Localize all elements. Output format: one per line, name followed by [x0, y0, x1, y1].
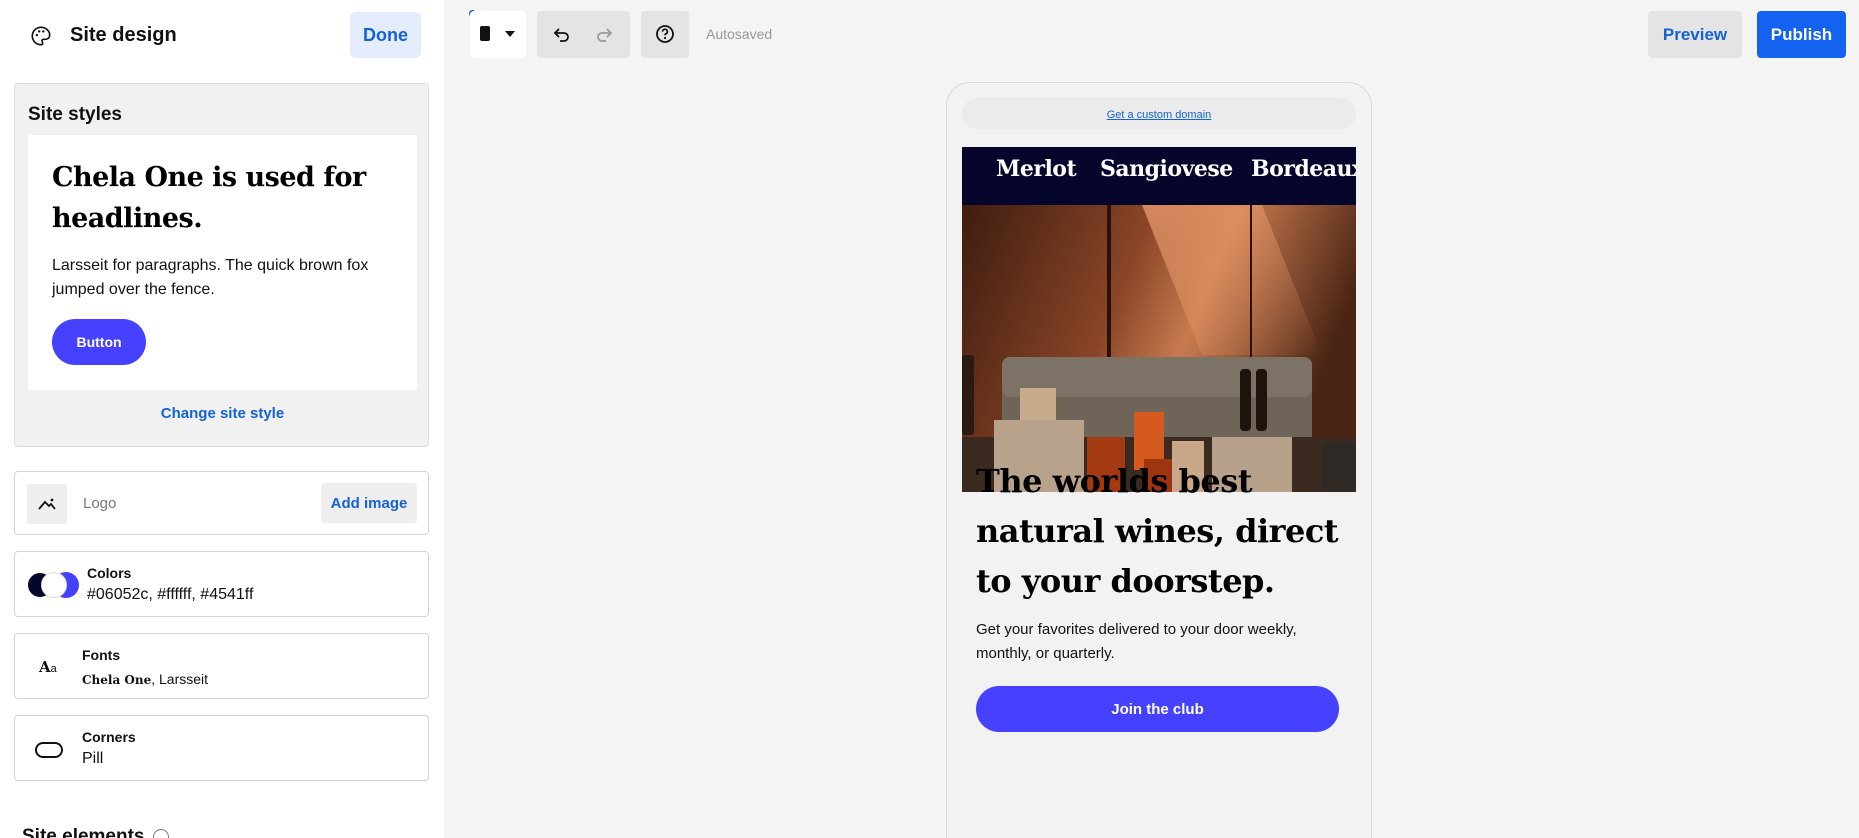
undo-icon[interactable] [551, 25, 571, 45]
help-button[interactable] [641, 11, 689, 58]
custom-domain-link[interactable]: Get a custom domain [1107, 109, 1212, 121]
redo-icon[interactable] [595, 25, 615, 45]
corners-title: Corners [82, 729, 136, 745]
site-styles-heading: Site styles [28, 104, 122, 125]
nav-item-merlot[interactable]: Merlot [996, 156, 1077, 182]
fonts-title: Fonts [82, 647, 121, 663]
domain-bar: Get a custom domain [962, 98, 1356, 129]
mobile-preview-frame: Get a custom domain Merlot Sangiovese Bo… [946, 82, 1372, 838]
publish-button[interactable]: Publish [1757, 11, 1846, 58]
logo-row: Logo Add image [14, 471, 429, 535]
chevron-down-icon [505, 31, 515, 37]
corners-row[interactable]: Corners Pill [14, 715, 429, 781]
body-font-name: Larsseit [159, 671, 209, 687]
logo-placeholder [27, 484, 67, 524]
preview-button[interactable]: Preview [1648, 11, 1742, 58]
image-icon [38, 498, 56, 510]
color-swatch-white [41, 572, 67, 598]
help-icon[interactable] [152, 828, 169, 838]
join-club-button[interactable]: Join the club [976, 686, 1339, 732]
hero-image [962, 205, 1356, 492]
panel-header: Site design Done [0, 0, 444, 70]
paragraph-font-sample: Larsseit for paragraphs. The quick brown… [52, 257, 369, 298]
colors-title: Colors [87, 565, 132, 581]
site-nav: Merlot Sangiovese Bordeaux [962, 147, 1356, 205]
phone-icon [480, 26, 490, 41]
corners-value: Pill [82, 750, 104, 767]
fonts-value: Chela One, Larsseit [82, 671, 208, 687]
help-circle-icon [656, 25, 674, 43]
fonts-separator: , [151, 671, 156, 687]
colors-value: #06052c, #ffffff, #4541ff [87, 586, 254, 603]
autosave-status: Autosaved [706, 26, 773, 42]
change-site-style-link[interactable]: Change site style [15, 405, 430, 422]
hero-subtext: Get your favorites delivered to your doo… [976, 621, 1297, 662]
headline-font-name: Chela One [82, 673, 152, 687]
style-preview-card: Chela One is used for headlines. Larssei… [28, 135, 417, 390]
device-selector[interactable] [470, 11, 526, 58]
nav-item-bordeaux[interactable]: Bordeaux [1251, 156, 1356, 182]
site-design-panel: Site design Done Site styles Chela One i… [0, 0, 444, 838]
pill-corner-icon [35, 742, 63, 758]
site-elements-heading: Site elements [22, 826, 169, 838]
done-button[interactable]: Done [350, 12, 421, 58]
site-elements-label: Site elements [22, 826, 145, 838]
logo-label: Logo [83, 495, 117, 512]
fonts-icon: Aa [39, 658, 57, 676]
colors-row[interactable]: Colors #06052c, #ffffff, #4541ff [14, 551, 429, 617]
undo-redo-group [537, 11, 630, 58]
fonts-icon-big: A [39, 658, 51, 676]
fonts-row[interactable]: Aa Fonts Chela One, Larsseit [14, 633, 429, 699]
panel-title: Site design [70, 24, 177, 46]
hero-heading: The worlds best natural wines, direct to… [976, 462, 1339, 600]
sample-button: Button [52, 319, 146, 365]
palette-icon [31, 26, 51, 46]
fonts-icon-small: a [50, 663, 57, 675]
nav-item-sangiovese[interactable]: Sangiovese [1100, 156, 1233, 182]
headline-font-sample: Chela One is used for headlines. [52, 162, 366, 234]
site-styles-section: Site styles Chela One is used for headli… [14, 83, 429, 447]
add-image-button[interactable]: Add image [321, 483, 417, 523]
